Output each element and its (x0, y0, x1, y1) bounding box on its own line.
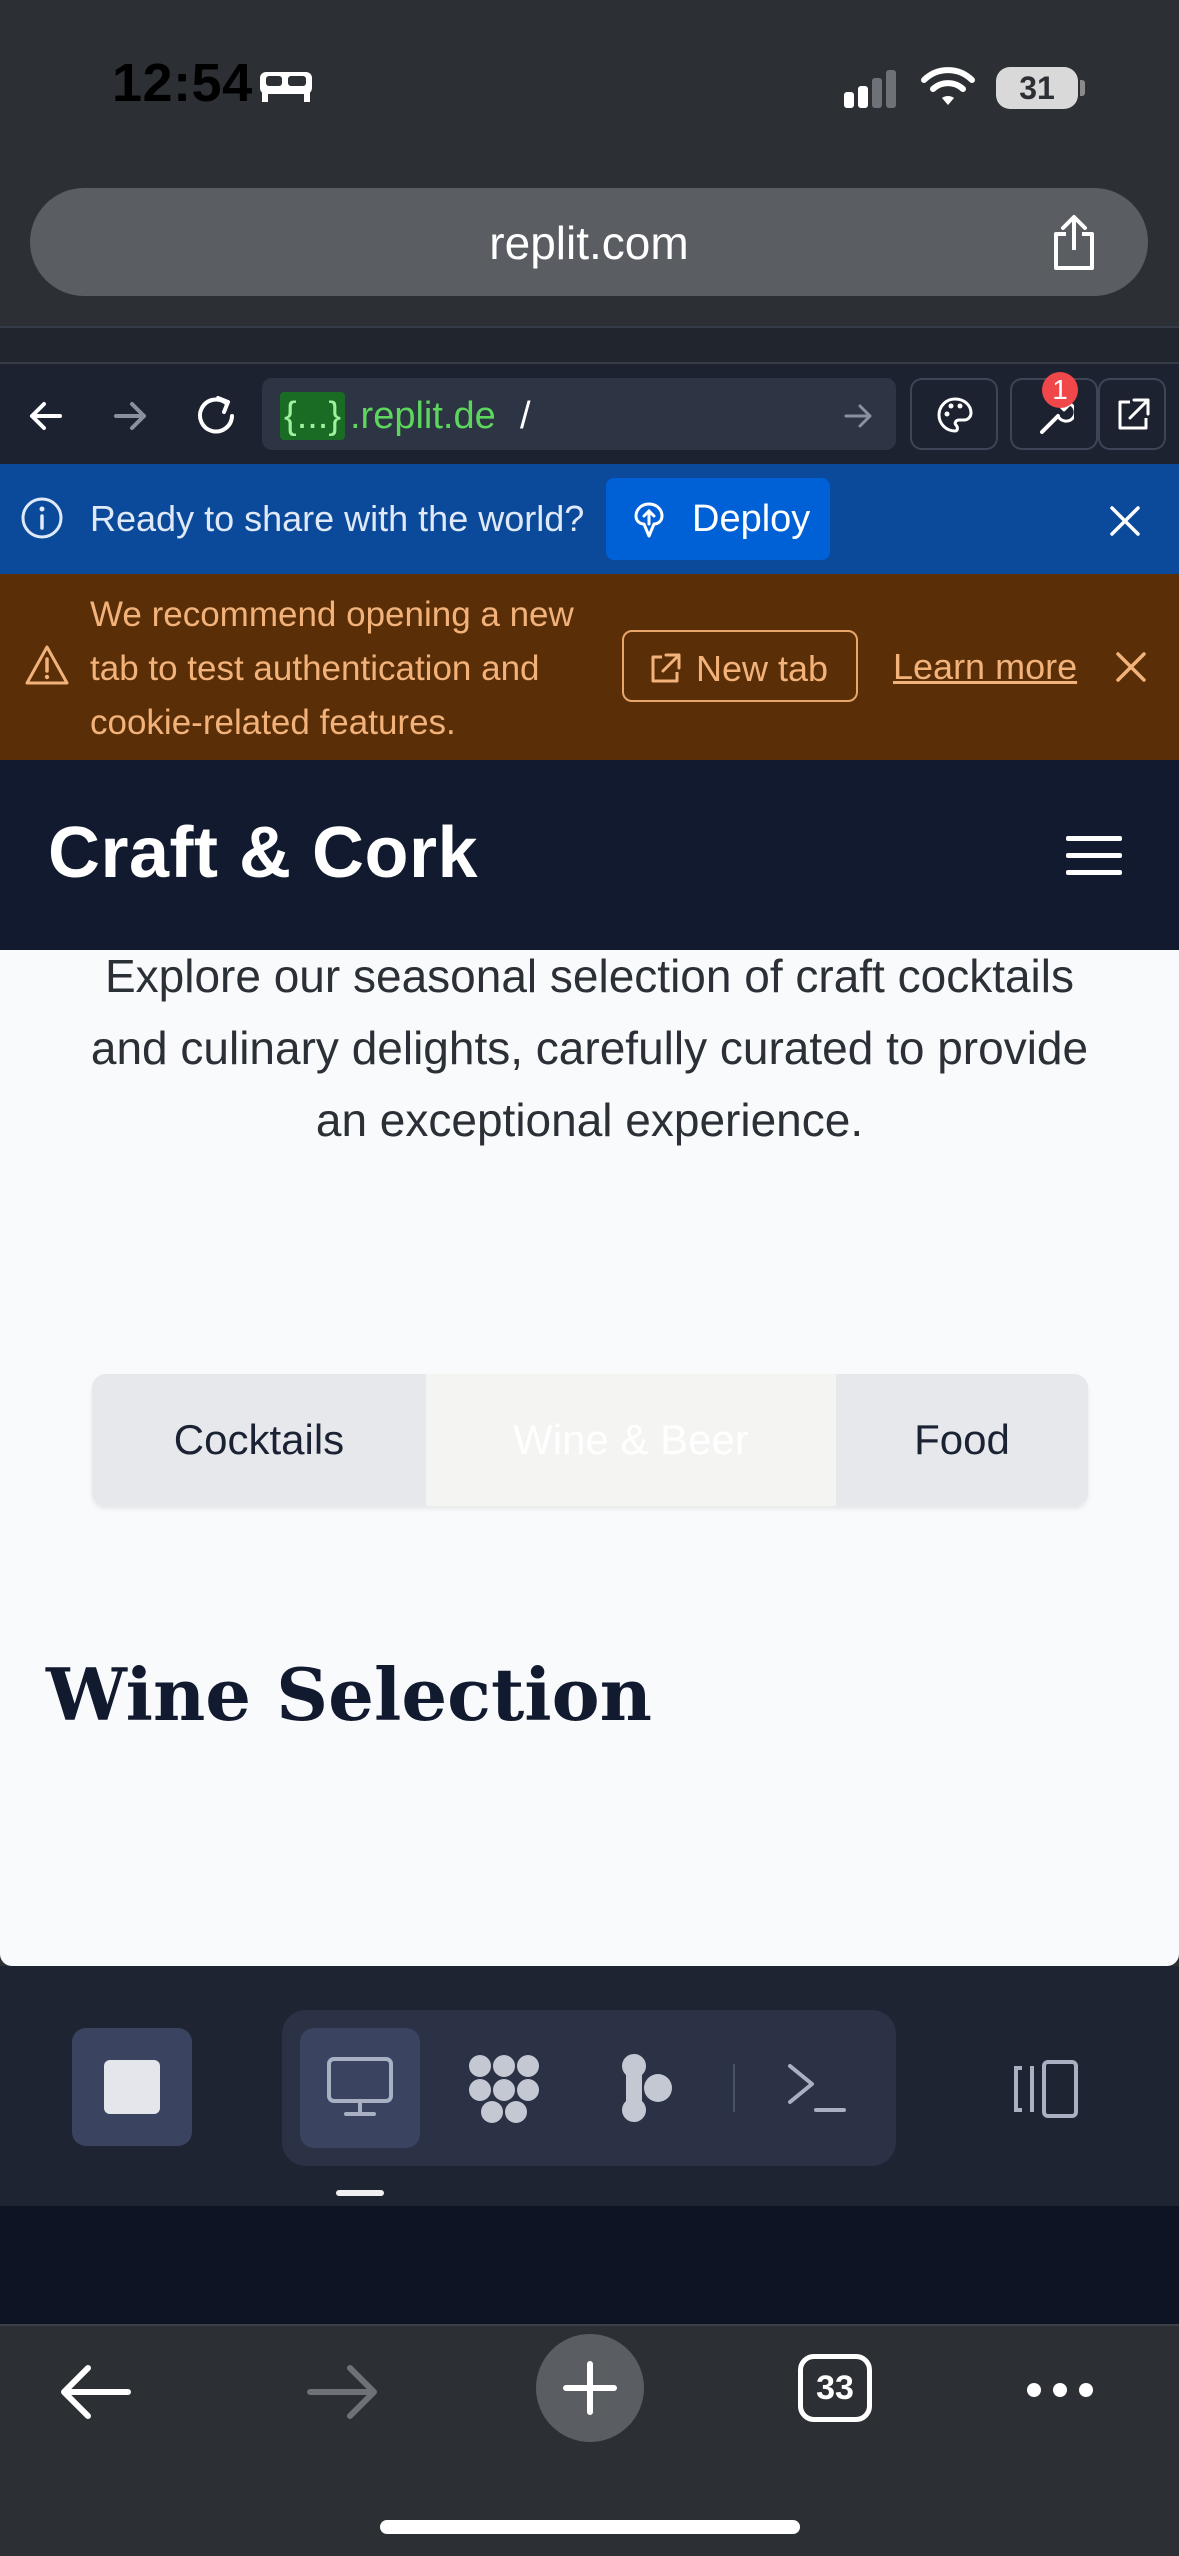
signal-icon (842, 70, 902, 110)
workspace-grid-icon[interactable] (466, 2052, 542, 2124)
deploy-button-label: Deploy (692, 498, 811, 540)
share-icon[interactable] (1048, 214, 1100, 272)
battery-icon: 31 (996, 67, 1078, 109)
toolbar-divider (0, 326, 1179, 364)
back-icon[interactable] (26, 396, 66, 436)
toolbar-separator (733, 2064, 735, 2112)
palette-icon (936, 396, 974, 434)
open-external-icon (648, 652, 682, 686)
webview-domain: .replit.dev (350, 395, 495, 437)
address-bar-url: replit.com (489, 217, 689, 269)
tab-count-button[interactable]: 33 (798, 2354, 872, 2422)
tab-food[interactable]: Food (836, 1374, 1088, 1506)
site-logo-title[interactable]: Craft & Cork (48, 812, 478, 894)
active-tool-indicator (336, 2190, 384, 2196)
shell-icon[interactable] (786, 2060, 848, 2116)
plus-icon (560, 2358, 620, 2418)
more-icon[interactable] (1024, 2380, 1096, 2400)
keyboard-spacer (0, 2206, 1179, 2324)
address-bar[interactable]: replit.com (30, 188, 1148, 296)
tab-wine-beer[interactable]: Wine & Beer (426, 1374, 836, 1506)
info-icon (20, 496, 64, 540)
menu-category-tabs: Cocktails Wine & Beer Food (92, 1374, 1088, 1506)
devtools-badge: 1 (1042, 372, 1078, 408)
warning-icon (24, 644, 70, 686)
open-new-window-icon (1114, 396, 1152, 434)
back-arrow-icon[interactable] (58, 2364, 132, 2420)
stop-icon (104, 2060, 160, 2114)
go-arrow-icon[interactable] (842, 400, 874, 432)
reload-icon[interactable] (192, 392, 240, 440)
new-tab-button[interactable]: New tab (622, 630, 858, 702)
close-icon[interactable] (1114, 650, 1148, 684)
status-time: 12:54 (112, 53, 253, 113)
intro-paragraph: Explore our seasonal selection of craft … (90, 950, 1089, 1146)
home-indicator (380, 2520, 800, 2534)
warning-message: We recommend opening a new tab to test a… (90, 595, 574, 742)
layout-toggle-icon[interactable] (1010, 2058, 1082, 2120)
hamburger-menu-icon[interactable] (1066, 834, 1122, 878)
new-tab-label: New tab (696, 648, 829, 689)
theme-palette-button[interactable] (910, 378, 998, 450)
close-icon[interactable] (1108, 504, 1142, 538)
webview-path: / (520, 395, 531, 437)
agent-icon[interactable] (618, 2052, 674, 2124)
forward-arrow-icon[interactable] (306, 2364, 380, 2420)
bed-icon (258, 66, 314, 104)
webview-monitor-icon (326, 2056, 394, 2118)
url-placeholder-chip: {...} (280, 392, 346, 440)
deploy-banner-message: Ready to share with the world? (90, 498, 585, 539)
section-title: Wine Selection (46, 1652, 652, 1737)
forward-icon[interactable] (110, 396, 150, 436)
learn-more-link[interactable]: Learn more (893, 646, 1077, 688)
tab-cocktails[interactable]: Cocktails (92, 1374, 426, 1506)
open-new-window-button[interactable] (1098, 378, 1166, 450)
wifi-icon (920, 64, 976, 108)
battery-nub (1080, 80, 1085, 96)
deploy-icon (632, 502, 666, 538)
